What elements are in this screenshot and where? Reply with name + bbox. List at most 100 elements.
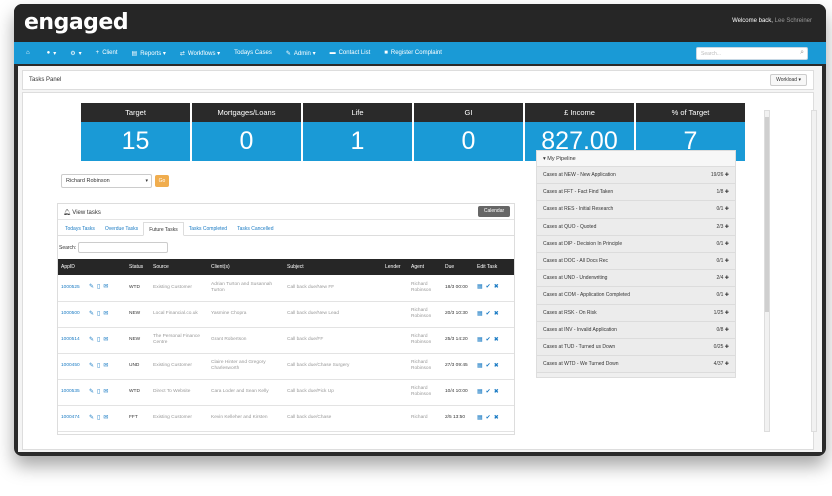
app-id-link[interactable]: 1000535 xyxy=(58,379,86,406)
phone-icon[interactable]: ▯ xyxy=(97,363,100,369)
col-clients[interactable]: Client(s) xyxy=(208,259,284,275)
close-icon[interactable]: ✖ xyxy=(494,337,499,343)
mail-icon[interactable]: ✉ xyxy=(103,284,108,290)
pipeline-header[interactable]: ▾ My Pipeline xyxy=(537,151,735,167)
task-search-input[interactable] xyxy=(78,242,169,253)
app-id-link[interactable]: 1000514 xyxy=(58,327,86,354)
mail-icon[interactable]: ✉ xyxy=(103,389,108,395)
search-input[interactable]: Search... ⌕ xyxy=(696,47,808,60)
go-button[interactable]: Go xyxy=(155,175,169,187)
table-row: 1000500 ✎ ▯ ✉ NEW Local Financial.co.uk Ya… xyxy=(58,301,514,328)
edit-icon[interactable]: ✎ xyxy=(89,284,94,290)
check-icon[interactable]: ✔ xyxy=(486,363,491,369)
nav-globe[interactable]: ● ▾ xyxy=(47,50,57,57)
kpi-target: Target 15 xyxy=(81,103,190,161)
nav-home[interactable]: ⌂ xyxy=(26,50,33,56)
nav-workflows[interactable]: ⇄ Workflows ▾ xyxy=(180,50,220,57)
pipeline-row[interactable]: Cases at WTD - We Turned Down 4/37 ✚ xyxy=(537,356,735,374)
panel-title: Tasks Panel xyxy=(29,77,62,83)
app-id-link[interactable]: 1000474 xyxy=(58,405,86,432)
plus-circle-icon: ✚ xyxy=(723,309,729,316)
app-id-link[interactable]: 1000525 xyxy=(58,275,86,302)
inner-scrollbar[interactable] xyxy=(764,110,770,432)
phone-icon[interactable]: ▯ xyxy=(97,311,100,317)
col-subject[interactable]: Subject xyxy=(284,259,382,275)
close-icon[interactable]: ✖ xyxy=(494,389,499,395)
pipeline-row[interactable]: Cases at QUO - Quoted 2/3 ✚ xyxy=(537,218,735,236)
edit-icon[interactable]: ✎ xyxy=(89,337,94,343)
edit-icon[interactable]: ✎ xyxy=(89,415,94,421)
nav-settings[interactable]: ⚙ ▾ xyxy=(70,50,81,57)
close-icon[interactable]: ✖ xyxy=(494,363,499,369)
check-icon[interactable]: ✔ xyxy=(486,389,491,395)
close-icon[interactable]: ✖ xyxy=(494,311,499,317)
phone-icon[interactable]: ▯ xyxy=(97,389,100,395)
calendar-icon[interactable]: ▦ xyxy=(477,337,483,343)
close-icon[interactable]: ✖ xyxy=(494,415,499,421)
nav-client[interactable]: + Client xyxy=(96,50,118,56)
pipeline-row[interactable]: Cases at TUD - Turned us Down 0/25 ✚ xyxy=(537,338,735,357)
col-due[interactable]: Due xyxy=(442,259,474,275)
app-id-link[interactable]: 1000450 xyxy=(58,353,86,380)
tab-future-tasks[interactable]: Future Tasks xyxy=(143,222,184,236)
calendar-icon[interactable]: ▦ xyxy=(477,389,483,395)
panel-header: Tasks Panel Workload ▾ xyxy=(22,70,814,90)
col-edit-task: Edit Task xyxy=(474,259,514,275)
close-icon[interactable]: ✖ xyxy=(494,284,499,290)
nav-todays-cases[interactable]: Todays Cases xyxy=(234,50,272,56)
tab-todays-tasks[interactable]: Todays Tasks xyxy=(60,222,100,236)
pipeline-row[interactable]: Cases at COM - Application Completed 0/1 … xyxy=(537,287,735,305)
phone-icon[interactable]: ▯ xyxy=(97,284,100,290)
mail-icon[interactable]: ✉ xyxy=(103,311,108,317)
pipeline-row[interactable]: Cases at NEW - New Application 19/26 ✚ xyxy=(537,167,735,185)
pipeline-row[interactable]: Cases at FFT - Fact Find Taken 1/8 ✚ xyxy=(537,184,735,202)
nav-reports[interactable]: ▤ Reports ▾ xyxy=(132,50,166,57)
scrollbar-thumb[interactable] xyxy=(765,117,769,312)
calendar-icon[interactable]: ▦ xyxy=(477,363,483,369)
check-icon[interactable]: ✔ xyxy=(486,311,491,317)
pipeline-row[interactable]: Cases at INV - Invalid Application 0/8 ✚ xyxy=(537,321,735,339)
tab-tasks-cancelled[interactable]: Tasks Cancelled xyxy=(232,222,278,236)
nav-admin[interactable]: ✎ Admin ▾ xyxy=(286,50,316,57)
app-id-link[interactable]: 1000500 xyxy=(58,301,86,328)
col-lender[interactable]: Lender xyxy=(382,259,408,275)
pipeline-row[interactable]: Cases at DOC - All Docs Rec 0/1 ✚ xyxy=(537,252,735,271)
phone-icon[interactable]: ▯ xyxy=(97,337,100,343)
edit-icon[interactable]: ✎ xyxy=(89,363,94,369)
check-icon[interactable]: ✔ xyxy=(486,415,491,421)
nav-contact-list[interactable]: ▬ Contact List xyxy=(330,50,371,56)
col-appid[interactable]: AppID xyxy=(58,259,86,275)
mail-icon[interactable]: ✉ xyxy=(103,363,108,369)
workload-button[interactable]: Workload ▾ xyxy=(770,74,807,86)
calendar-button[interactable]: Calendar xyxy=(478,206,510,217)
calendar-icon[interactable]: ▦ xyxy=(477,415,483,421)
mail-icon[interactable]: ✉ xyxy=(103,415,108,421)
task-search: Search: xyxy=(59,242,169,253)
logo: engaged xyxy=(24,10,129,35)
agent-select[interactable]: Richard Robinson ▾ xyxy=(61,174,152,188)
phone-icon[interactable]: ▯ xyxy=(97,415,100,421)
welcome-label: Welcome back, xyxy=(732,18,773,24)
check-icon[interactable]: ✔ xyxy=(486,284,491,290)
tab-tasks-completed[interactable]: Tasks Completed xyxy=(184,222,232,236)
welcome-text: Welcome back, Lee Schreiner xyxy=(732,18,812,24)
pipeline-row[interactable]: Cases at UND - Underwriting 2/4 ✚ xyxy=(537,270,735,288)
col-source[interactable]: Source xyxy=(150,259,208,275)
user-name[interactable]: Lee Schreiner xyxy=(775,18,812,24)
edit-icon[interactable]: ✎ xyxy=(89,389,94,395)
pipeline-row[interactable]: Cases at RSK - On Risk 1/25 ✚ xyxy=(537,304,735,322)
mail-icon[interactable]: ✉ xyxy=(103,337,108,343)
table-row: 1000514 ✎ ▯ ✉ NEW The Personal Finance Cen… xyxy=(58,327,514,354)
edit-icon[interactable]: ✎ xyxy=(89,311,94,317)
pipeline-row[interactable]: Cases at RES - Initial Research 0/1 ✚ xyxy=(537,201,735,219)
pipeline-row[interactable]: Cases at DIP - Decision In Principle 0/1 … xyxy=(537,235,735,253)
nav-register-complaint[interactable]: ■ Register Complaint xyxy=(384,50,442,56)
check-icon[interactable]: ✔ xyxy=(486,337,491,343)
col-status[interactable]: Status xyxy=(126,259,150,275)
tab-overdue-tasks[interactable]: Overdue Tasks xyxy=(100,222,143,236)
calendar-icon[interactable]: ▦ xyxy=(477,284,483,290)
col-agent[interactable]: Agent xyxy=(408,259,442,275)
search-icon[interactable]: ⌕ xyxy=(800,49,804,57)
page-scrollbar[interactable] xyxy=(811,110,817,432)
calendar-icon[interactable]: ▦ xyxy=(477,311,483,317)
